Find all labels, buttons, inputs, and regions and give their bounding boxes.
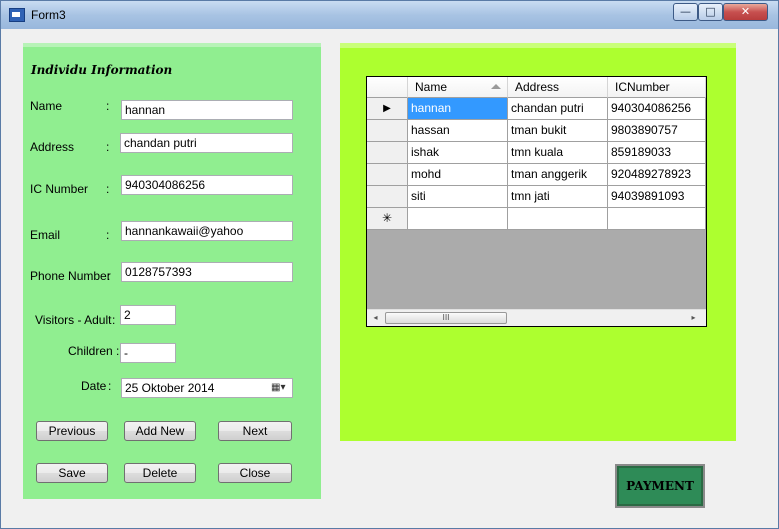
date-colon: : [108, 379, 112, 393]
phone-number-label: Phone Number [30, 269, 111, 283]
visitors-data-grid[interactable]: Name Address ICNumber ▶ hannan chandan p… [366, 76, 707, 327]
cell-icnumber[interactable] [608, 208, 706, 230]
window-title: Form3 [31, 8, 66, 22]
date-picker[interactable]: 25 Oktober 2014 ▦▾ [121, 378, 293, 398]
column-header-icnumber[interactable]: ICNumber [608, 77, 706, 98]
horizontal-scrollbar[interactable]: ◂ III ▸ [367, 309, 706, 326]
scroll-right-icon[interactable]: ▸ [685, 310, 702, 326]
address-label: Address [30, 140, 75, 154]
column-header-address[interactable]: Address [508, 77, 608, 98]
cell-name[interactable]: ishak [408, 142, 508, 164]
cell-name[interactable]: hannan [408, 98, 508, 120]
table-row[interactable]: ishak tmn kuala 859189033 [367, 142, 706, 164]
email-colon: : [106, 228, 110, 242]
cell-name[interactable] [408, 208, 508, 230]
app-icon [9, 8, 25, 22]
email-label: Email [30, 228, 61, 242]
name-colon: : [106, 99, 110, 113]
panel-title: Individu Information [31, 63, 173, 77]
payment-button[interactable]: PAYMENT [615, 464, 705, 508]
column-header-label: Name [415, 80, 448, 94]
cell-address[interactable] [508, 208, 608, 230]
cell-name[interactable]: mohd [408, 164, 508, 186]
cell-address[interactable]: tmn jati [508, 186, 608, 208]
form3-window: Form3 — □ ✕ Individu Information Name : … [0, 0, 779, 529]
new-row[interactable]: ✳ [367, 208, 706, 230]
cell-address[interactable]: tman anggerik [508, 164, 608, 186]
grid-corner-header[interactable] [367, 77, 408, 98]
row-header[interactable] [367, 186, 408, 208]
row-header[interactable] [367, 120, 408, 142]
cell-icnumber[interactable]: 920489278923 [608, 164, 706, 186]
calendar-dropdown-icon[interactable]: ▦▾ [271, 382, 289, 394]
visitors-adult-label: Visitors - Adult [35, 313, 112, 327]
row-header[interactable] [367, 142, 408, 164]
visitors-adult-colon: : [112, 313, 116, 327]
title-bar[interactable]: Form3 — □ ✕ [1, 1, 778, 29]
sort-ascending-icon [491, 84, 501, 89]
name-label: Name [30, 99, 63, 113]
cell-icnumber[interactable]: 94039891093 [608, 186, 706, 208]
table-row[interactable]: hassan tman bukit 9803890757 [367, 120, 706, 142]
date-value: 25 Oktober 2014 [125, 381, 215, 395]
cell-icnumber[interactable]: 9803890757 [608, 120, 706, 142]
minimize-button[interactable]: — [673, 3, 698, 21]
cell-name[interactable]: siti [408, 186, 508, 208]
save-button[interactable]: Save [36, 463, 108, 483]
cell-name[interactable]: hassan [408, 120, 508, 142]
address-colon: : [106, 140, 110, 154]
delete-button[interactable]: Delete [124, 463, 196, 483]
current-row-marker-icon[interactable]: ▶ [367, 98, 408, 120]
close-window-button[interactable]: ✕ [723, 3, 768, 21]
address-input[interactable]: chandan putri [120, 133, 293, 153]
children-label: Children : [68, 344, 120, 358]
column-header-name[interactable]: Name [408, 77, 508, 98]
adult-count-input[interactable]: 2 [120, 305, 176, 325]
cell-icnumber[interactable]: 859189033 [608, 142, 706, 164]
cell-icnumber[interactable]: 940304086256 [608, 98, 706, 120]
date-label: Date [81, 379, 107, 393]
ic-number-colon: : [106, 182, 110, 196]
table-row[interactable]: mohd tman anggerik 920489278923 [367, 164, 706, 186]
cell-address[interactable]: tman bukit [508, 120, 608, 142]
next-button[interactable]: Next [218, 421, 292, 441]
cell-address[interactable]: tmn kuala [508, 142, 608, 164]
add-new-button[interactable]: Add New [124, 421, 196, 441]
close-button[interactable]: Close [218, 463, 292, 483]
name-input[interactable]: hannan [121, 100, 293, 120]
children-count-input[interactable]: - [120, 343, 176, 363]
ic-number-input[interactable]: 940304086256 [121, 175, 293, 195]
scroll-thumb[interactable]: III [385, 312, 507, 324]
table-row[interactable]: siti tmn jati 94039891093 [367, 186, 706, 208]
row-header[interactable] [367, 164, 408, 186]
phone-number-colon: : [107, 269, 111, 283]
phone-number-input[interactable]: 0128757393 [121, 262, 293, 282]
maximize-button[interactable]: □ [698, 3, 723, 21]
cell-address[interactable]: chandan putri [508, 98, 608, 120]
email-input[interactable]: hannankawaii@yahoo [121, 221, 293, 241]
grid-header-row: Name Address ICNumber [367, 77, 706, 99]
table-row[interactable]: ▶ hannan chandan putri 940304086256 [367, 98, 706, 120]
scroll-left-icon[interactable]: ◂ [367, 310, 384, 326]
ic-number-label: IC Number [30, 182, 89, 196]
new-row-asterisk-icon[interactable]: ✳ [367, 208, 408, 230]
previous-button[interactable]: Previous [36, 421, 108, 441]
